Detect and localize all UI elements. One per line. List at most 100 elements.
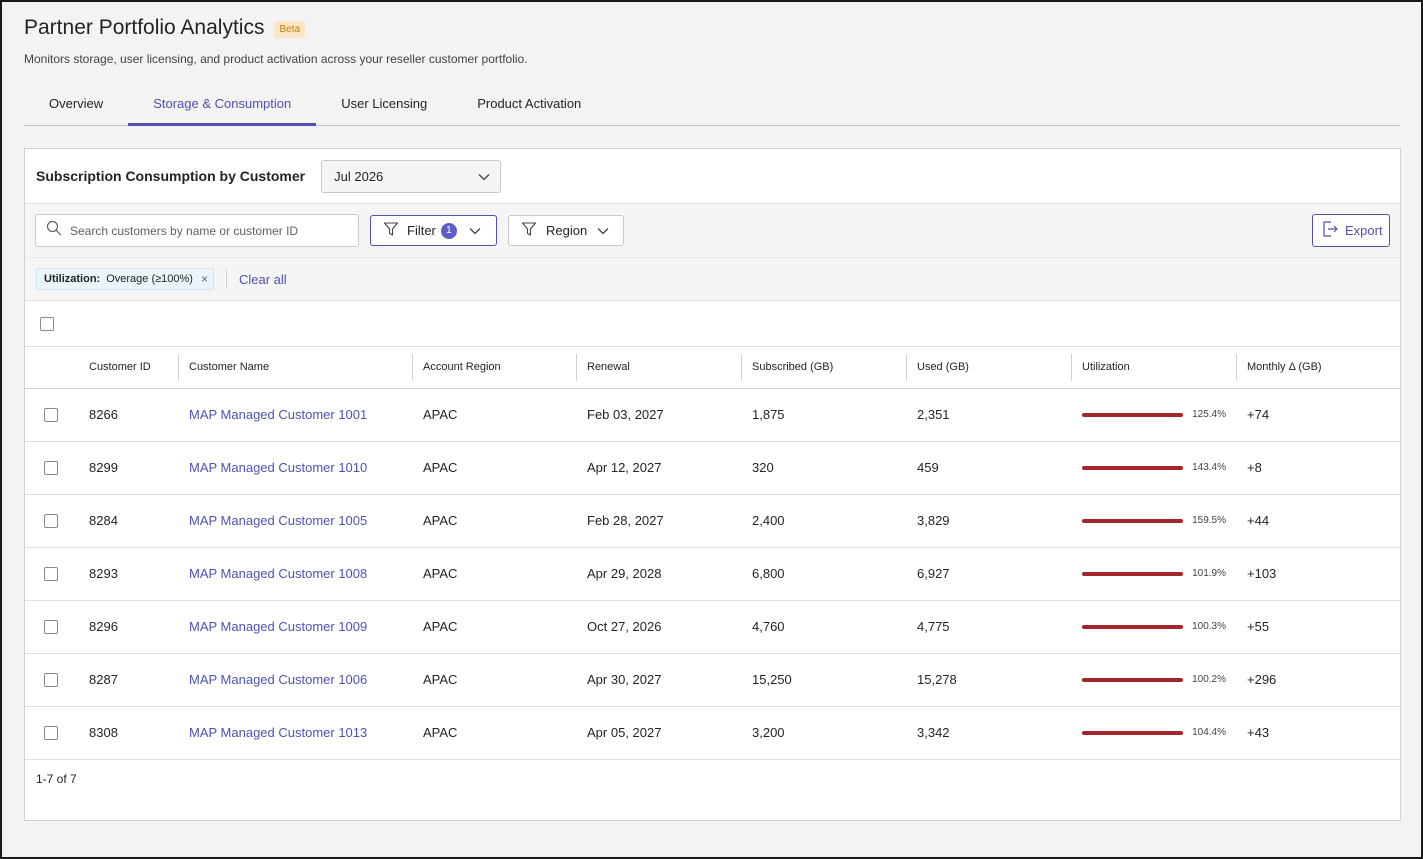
chevron-down-icon — [597, 223, 609, 238]
monthly-delta-cell: +8 — [1236, 441, 1400, 495]
month-dropdown[interactable]: Jul 2026 — [321, 159, 502, 193]
table-row[interactable]: 8284 MAP Managed Customer 1005 APAC Feb 28,… — [25, 494, 1400, 548]
column-header[interactable]: Subscribed (GB) — [741, 347, 906, 389]
table-row[interactable]: 8293 MAP Managed Customer 1008 APAC Apr 29,… — [25, 547, 1400, 601]
utilization-value: 125.4% — [1192, 409, 1226, 420]
consumption-panel: Subscription Consumption by Customer Jul… — [24, 148, 1401, 821]
beta-badge: Beta — [274, 21, 306, 38]
tab-storage-consumption[interactable]: Storage & Consumption — [128, 84, 317, 126]
table-header-row: Customer ID Customer Name Account Region… — [25, 347, 1400, 389]
table-row[interactable]: 8287 MAP Managed Customer 1006 APAC Apr 30,… — [25, 653, 1400, 707]
customer-name-link[interactable]: MAP Managed Customer 1010 — [189, 460, 367, 475]
region-cell: APAC — [412, 388, 576, 442]
search-input[interactable] — [70, 223, 340, 238]
row-checkbox[interactable] — [44, 619, 58, 634]
row-checkbox[interactable] — [44, 460, 58, 475]
customer-name-link[interactable]: MAP Managed Customer 1009 — [189, 619, 367, 634]
utilization-cell: 100.2% — [1071, 653, 1236, 707]
utilization-value: 100.2% — [1192, 674, 1226, 685]
region-button[interactable]: Region — [508, 215, 624, 246]
monthly-delta-cell: +55 — [1236, 600, 1400, 654]
column-header[interactable]: Account Region — [412, 347, 576, 389]
customer-name-link[interactable]: MAP Managed Customer 1005 — [189, 513, 367, 528]
customer-name-cell: MAP Managed Customer 1009 — [178, 600, 412, 654]
monthly-delta-cell: +44 — [1236, 494, 1400, 548]
row-checkbox[interactable] — [44, 513, 58, 528]
filter-icon — [383, 221, 399, 240]
tab-bar: Overview Storage & Consumption User Lice… — [24, 84, 1400, 126]
customer-name-link[interactable]: MAP Managed Customer 1006 — [189, 672, 367, 687]
subscribed-cell: 4,760 — [741, 600, 906, 654]
row-select-cell — [25, 494, 78, 548]
column-header[interactable]: Used (GB) — [906, 347, 1071, 389]
customer-name-cell: MAP Managed Customer 1006 — [178, 653, 412, 707]
select-all-checkbox[interactable] — [40, 316, 54, 331]
page-header: Partner Portfolio Analytics Beta Monitor… — [24, 16, 1400, 66]
used-cell: 15,278 — [906, 653, 1071, 707]
filter-button[interactable]: Filter 1 — [370, 215, 497, 246]
page-title: Partner Portfolio Analytics — [24, 16, 265, 39]
export-label: Export — [1345, 223, 1383, 238]
column-header[interactable]: Customer Name — [178, 347, 412, 389]
utilization-bar — [1082, 624, 1183, 629]
column-header[interactable]: Renewal — [576, 347, 741, 389]
chip-key: Utilization: — [44, 273, 101, 285]
row-checkbox[interactable] — [44, 672, 58, 687]
customer-id-cell: 8299 — [78, 441, 178, 495]
used-cell: 2,351 — [906, 388, 1071, 442]
monthly-delta-cell: +43 — [1236, 706, 1400, 760]
utilization-bar — [1082, 412, 1183, 417]
chevron-down-icon — [469, 223, 481, 238]
clear-all-link[interactable]: Clear all — [239, 272, 287, 287]
used-cell: 6,927 — [906, 547, 1071, 601]
region-cell: APAC — [412, 653, 576, 707]
table-row[interactable]: 8299 MAP Managed Customer 1010 APAC Apr 12,… — [25, 441, 1400, 495]
customer-name-link[interactable]: MAP Managed Customer 1013 — [189, 725, 367, 740]
utilization-value: 100.3% — [1192, 621, 1226, 632]
export-button[interactable]: Export — [1312, 214, 1390, 247]
used-cell: 3,829 — [906, 494, 1071, 548]
customer-name-cell: MAP Managed Customer 1013 — [178, 706, 412, 760]
column-header[interactable]: Monthly Δ (GB) — [1236, 347, 1400, 389]
customer-id-cell: 8293 — [78, 547, 178, 601]
utilization-cell: 159.5% — [1071, 494, 1236, 548]
customer-name-cell: MAP Managed Customer 1010 — [178, 441, 412, 495]
used-cell: 3,342 — [906, 706, 1071, 760]
chevron-down-icon — [478, 169, 490, 184]
table-row[interactable]: 8308 MAP Managed Customer 1013 APAC Apr 05,… — [25, 706, 1400, 760]
customer-name-cell: MAP Managed Customer 1005 — [178, 494, 412, 548]
monthly-delta-cell: +103 — [1236, 547, 1400, 601]
tab-overview[interactable]: Overview — [24, 84, 128, 125]
row-checkbox[interactable] — [44, 407, 58, 422]
monthly-delta-cell: +74 — [1236, 388, 1400, 442]
tab-product-activation[interactable]: Product Activation — [452, 84, 606, 125]
utilization-bar — [1082, 677, 1183, 682]
close-icon[interactable]: × — [201, 272, 208, 286]
utilization-cell: 104.4% — [1071, 706, 1236, 760]
search-icon — [46, 220, 62, 241]
customer-id-cell: 8287 — [78, 653, 178, 707]
row-select-cell — [25, 441, 78, 495]
toolbar: Filter 1 Region Export — [25, 204, 1400, 258]
renewal-cell: Oct 27, 2026 — [576, 600, 741, 654]
tab-user-licensing[interactable]: User Licensing — [316, 84, 452, 125]
renewal-cell: Feb 03, 2027 — [576, 388, 741, 442]
table-row[interactable]: 8296 MAP Managed Customer 1009 APAC Oct 27,… — [25, 600, 1400, 654]
utilization-bar — [1082, 518, 1183, 523]
row-checkbox[interactable] — [44, 566, 58, 581]
customer-name-link[interactable]: MAP Managed Customer 1008 — [189, 566, 367, 581]
search-box[interactable] — [35, 214, 359, 247]
region-cell: APAC — [412, 494, 576, 548]
customer-name-link[interactable]: MAP Managed Customer 1001 — [189, 407, 367, 422]
panel-header: Subscription Consumption by Customer Jul… — [25, 149, 1400, 204]
renewal-cell: Apr 05, 2027 — [576, 706, 741, 760]
used-cell: 459 — [906, 441, 1071, 495]
column-header[interactable]: Utilization — [1071, 347, 1236, 389]
utilization-bar — [1082, 730, 1183, 735]
subscribed-cell: 15,250 — [741, 653, 906, 707]
row-checkbox[interactable] — [44, 725, 58, 740]
renewal-cell: Feb 28, 2027 — [576, 494, 741, 548]
column-header[interactable]: Customer ID — [78, 347, 178, 389]
table-row[interactable]: 8266 MAP Managed Customer 1001 APAC Feb 03,… — [25, 388, 1400, 442]
subscribed-cell: 2,400 — [741, 494, 906, 548]
